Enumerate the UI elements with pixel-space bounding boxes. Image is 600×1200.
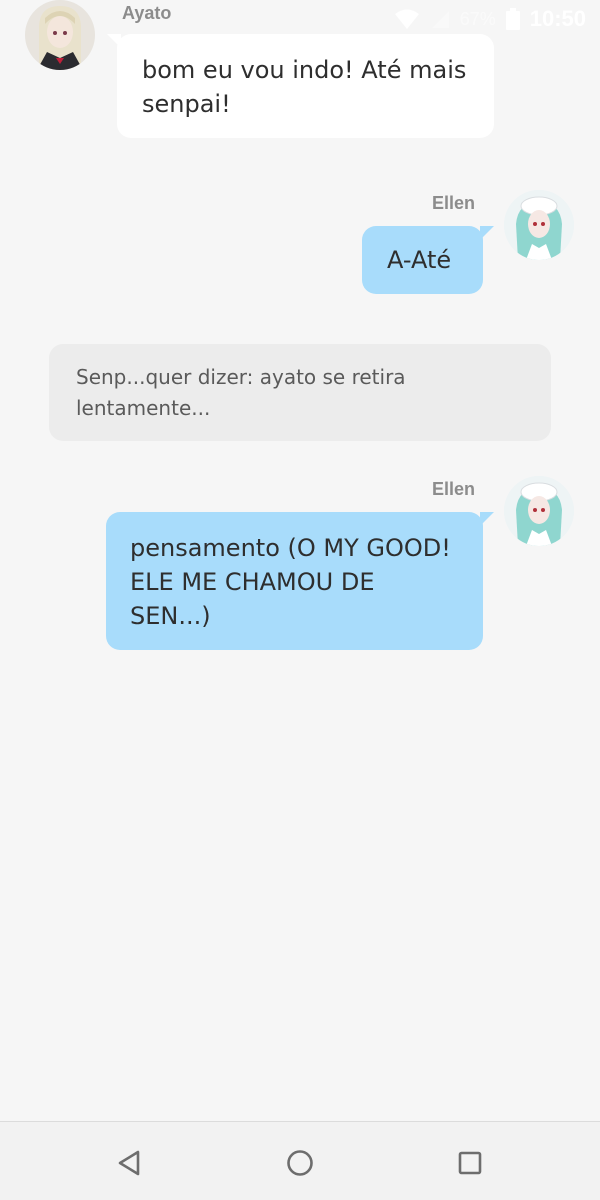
sender-name: Ellen xyxy=(432,479,476,499)
narration-text: Senp...quer dizer: ayato se retira lenta… xyxy=(76,365,406,420)
ellen-avatar[interactable] xyxy=(504,190,574,260)
ellen-avatar[interactable] xyxy=(504,476,574,546)
home-icon[interactable] xyxy=(283,1146,317,1180)
bubble-tail xyxy=(480,512,494,526)
back-icon[interactable] xyxy=(113,1146,147,1180)
navigation-bar xyxy=(0,1121,600,1200)
sender-name: Ayato xyxy=(122,3,172,23)
status-indicators: 67% 10:50 xyxy=(394,4,586,34)
message-text: bom eu vou indo! Até mais senpai! xyxy=(142,56,467,118)
ayato-avatar[interactable] xyxy=(25,0,95,70)
bubble-tail xyxy=(107,34,121,48)
message-bubble[interactable]: pensamento (O MY GOOD! ELE ME CHAMOU DE … xyxy=(106,512,494,650)
clock: 10:50 xyxy=(529,6,586,31)
signal-icon xyxy=(430,9,450,29)
message-text: A-Até xyxy=(387,246,452,274)
message-bubble[interactable]: bom eu vou indo! Até mais senpai! xyxy=(107,34,494,138)
narration-bubble[interactable]: Senp...quer dizer: ayato se retira lenta… xyxy=(49,344,551,441)
battery-percent: 67% xyxy=(459,8,496,29)
message-text: pensamento (O MY GOOD! ELE ME CHAMOU DE … xyxy=(130,534,451,630)
message-bubble[interactable]: A-Até xyxy=(362,226,494,294)
recents-icon[interactable] xyxy=(453,1146,487,1180)
bubble-tail xyxy=(480,226,494,240)
sender-name: Ellen xyxy=(432,193,476,213)
battery-icon xyxy=(505,8,520,30)
wifi-icon xyxy=(394,8,420,30)
